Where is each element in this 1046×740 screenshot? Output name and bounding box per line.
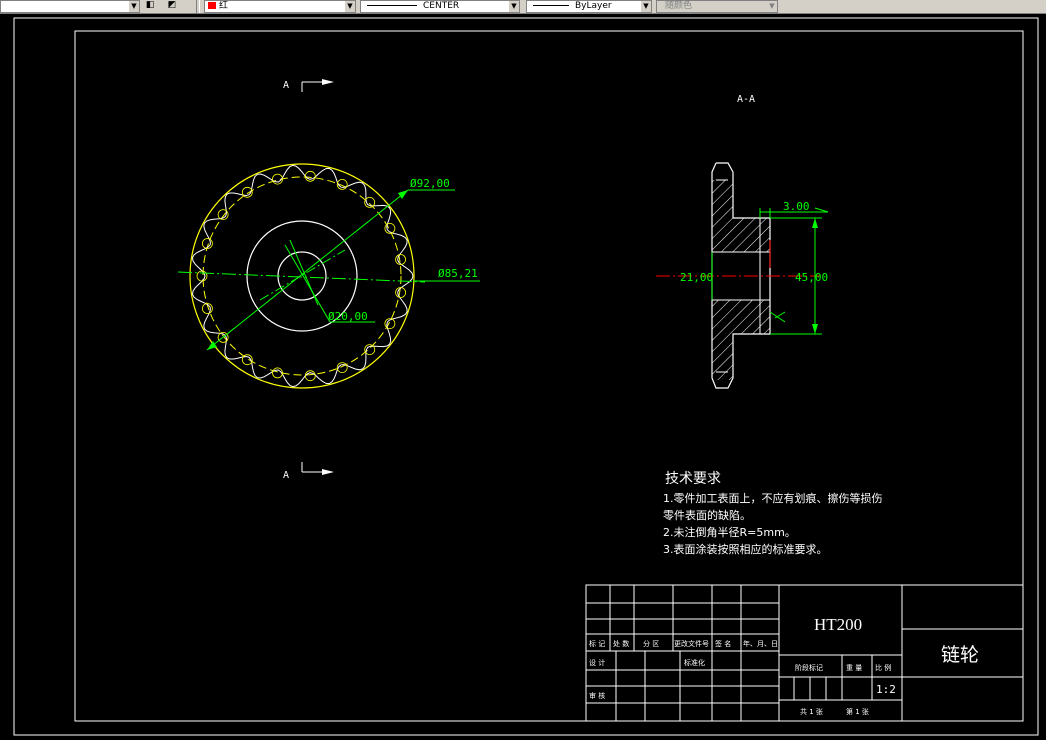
section-letter-bottom: A [283, 470, 289, 481]
dim-outer-diameter: Ø92,00 [410, 177, 450, 190]
arrow-right-icon [322, 79, 334, 85]
bore-circle [277, 251, 327, 301]
label-change-doc: 更改文件号 [674, 639, 709, 648]
drawing-frame [74, 30, 1024, 722]
label-ratio: 比 例 [875, 663, 891, 672]
section-title: A-A [737, 94, 755, 105]
part-name: 链轮 [941, 644, 979, 666]
section-mark-bottom: A [283, 462, 334, 481]
roller-seat [304, 370, 316, 382]
label-date: 年、月、日 [743, 639, 778, 648]
dim-hub-diameter: 45,00 [795, 271, 828, 284]
roller-seat [304, 170, 316, 182]
label-sign: 签 名 [715, 639, 731, 648]
label-design: 设 计 [589, 658, 605, 667]
label-count: 处 数 [613, 639, 629, 648]
label-total: 共 1 张 [800, 707, 823, 716]
label-standard: 标准化 [684, 658, 705, 667]
technical-requirements: 技术要求 1.零件加工表面上，不应有划痕、擦伤等损伤 零件表面的缺陷。 2.未注… [663, 471, 883, 556]
label-sheet: 第 1 张 [846, 707, 869, 716]
scale-value: 1:2 [876, 683, 896, 696]
tech-line: 零件表面的缺陷。 [663, 508, 751, 522]
label-mark: 标 记 [589, 639, 605, 648]
root-circle [202, 176, 402, 376]
label-audit: 审 核 [589, 691, 605, 700]
arrow-right-icon [322, 469, 334, 475]
tech-line: 2.未注倒角半径R=5mm。 [663, 525, 796, 539]
tech-title: 技术要求 [665, 471, 721, 487]
section-mark-top: A [283, 79, 334, 92]
dim-bore-side: 21,00 [680, 271, 713, 284]
label-stage: 阶段标记 [795, 663, 823, 672]
section-letter-top: A [283, 80, 289, 91]
tech-line: 3.表面涂装按照相应的标准要求。 [663, 542, 828, 556]
dim-hub-width: 3.00 [783, 200, 810, 213]
outer-circle [189, 163, 415, 389]
label-weight: 重 量 [846, 664, 862, 672]
material-label: HT200 [814, 615, 862, 634]
label-zone: 分 区 [643, 639, 659, 648]
section-view: 3.00 45,00 21,00 [656, 162, 829, 389]
sheet-border [13, 17, 1039, 736]
title-block-text: HT200 链轮 1:2 标 记 处 数 分 区 更改文件号 签 名 年、月、日… [589, 615, 979, 716]
dim-bore-diameter: Ø20,00 [328, 310, 368, 323]
tech-line: 1.零件加工表面上，不应有划痕、擦伤等损伤 [663, 491, 883, 505]
sprocket-front-view [177, 163, 426, 389]
drawing-canvas[interactable]: A A Ø92,00 Ø85,21 Ø20,00 A-A 3.00 45,00 … [0, 0, 1046, 740]
dim-pitch-diameter: Ø85,21 [438, 267, 478, 280]
